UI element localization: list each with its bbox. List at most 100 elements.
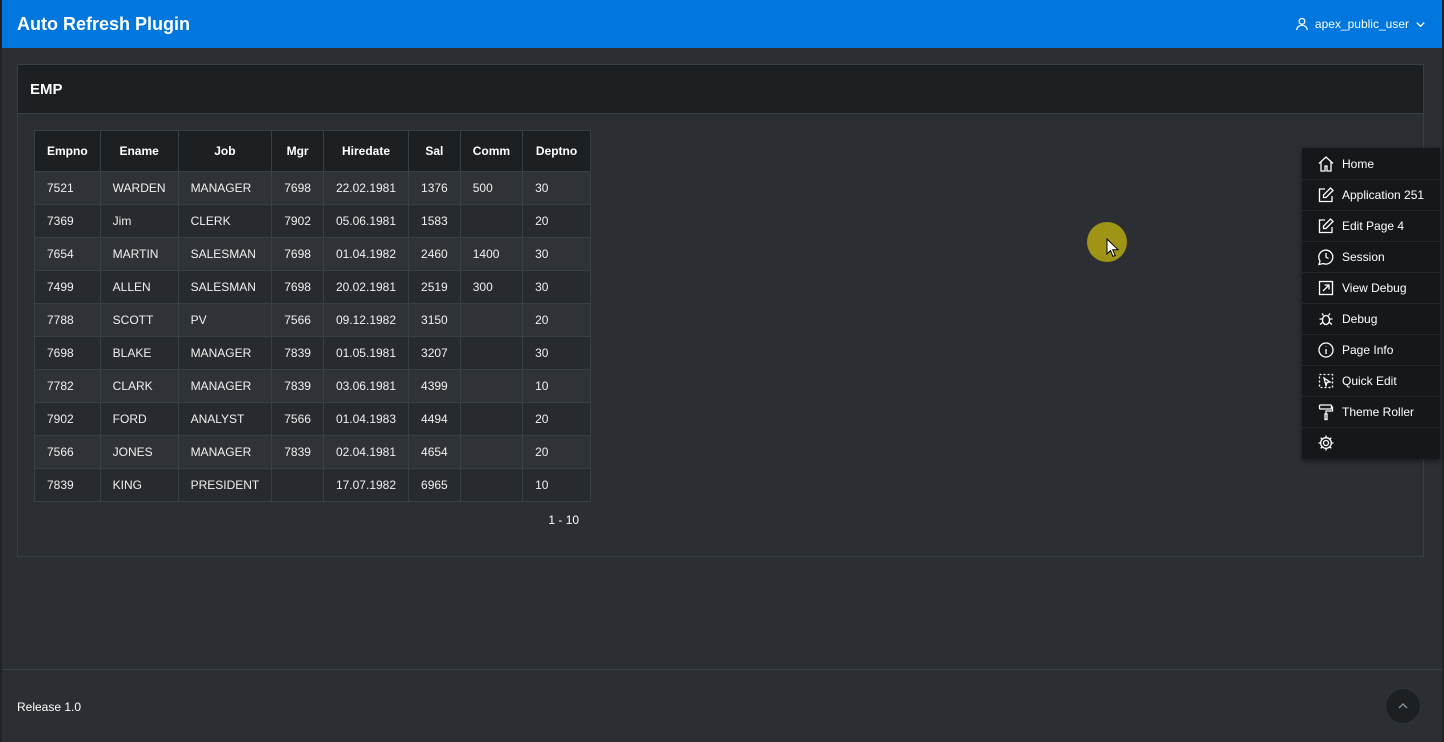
- devbar-item-label: Theme Roller: [1342, 405, 1415, 419]
- cell-hiredate: 20.02.1981: [322, 270, 410, 304]
- cell-ename: KING: [99, 468, 179, 502]
- bug-icon: [1319, 313, 1333, 326]
- cell-mgr: 7902: [271, 204, 324, 238]
- home-icon: [1318, 156, 1334, 172]
- devbar-item-label: Edit Page 4: [1342, 219, 1405, 233]
- cell-comm: 300: [459, 270, 524, 304]
- app-header: Auto Refresh Plugin apex_public_user: [2, 0, 1442, 48]
- user-name: apex_public_user: [1314, 17, 1409, 31]
- column-header-hiredate[interactable]: Hiredate: [322, 130, 410, 172]
- cell-empno: 7499: [34, 270, 101, 304]
- column-header-job[interactable]: Job: [177, 130, 273, 172]
- cell-job: MANAGER: [177, 369, 273, 403]
- devbar-item-home[interactable]: Home: [1302, 149, 1440, 180]
- cell-comm: [459, 435, 524, 469]
- cell-mgr: 7839: [271, 369, 324, 403]
- cell-job: MANAGER: [177, 336, 273, 370]
- devbar-item-label: Session: [1342, 250, 1385, 264]
- cell-ename: BLAKE: [99, 336, 179, 370]
- mouse-cursor-icon: [1106, 238, 1119, 258]
- cell-hiredate: 03.06.1981: [322, 369, 410, 403]
- emp-region: EMP Empno Ename Job Mgr Hiredate Sal Com…: [17, 64, 1424, 557]
- cell-mgr: [271, 468, 324, 502]
- cell-empno: 7566: [34, 435, 101, 469]
- cell-mgr: 7698: [271, 237, 324, 271]
- back-to-top-button[interactable]: [1385, 688, 1421, 724]
- cell-deptno: 20: [522, 204, 592, 238]
- cell-empno: 7698: [34, 336, 101, 370]
- cell-sal: 1376: [408, 171, 461, 205]
- devbar-item-session[interactable]: Session: [1302, 242, 1440, 273]
- region-title: EMP: [30, 80, 63, 98]
- cell-hiredate: 05.06.1981: [322, 204, 410, 238]
- column-header-sal[interactable]: Sal: [408, 130, 461, 172]
- cell-mgr: 7566: [271, 402, 324, 436]
- cell-job: MANAGER: [177, 171, 273, 205]
- cell-mgr: 7839: [271, 435, 324, 469]
- cell-empno: 7654: [34, 237, 101, 271]
- user-menu[interactable]: apex_public_user: [1295, 17, 1426, 31]
- cell-mgr: 7839: [271, 336, 324, 370]
- cell-deptno: 20: [522, 303, 592, 337]
- devbar-item-settings[interactable]: [1302, 428, 1440, 458]
- cell-hiredate: 01.04.1983: [322, 402, 410, 436]
- devbar-item-label: Debug: [1342, 312, 1378, 326]
- edit-icon: [1318, 187, 1334, 203]
- cell-deptno: 30: [522, 270, 592, 304]
- devbar-item-view-debug[interactable]: View Debug: [1302, 273, 1440, 304]
- column-header-ename[interactable]: Ename: [99, 130, 179, 172]
- cell-job: CLERK: [177, 204, 273, 238]
- cell-ename: Jim: [99, 204, 179, 238]
- gear-icon: [1318, 435, 1334, 451]
- column-header-deptno[interactable]: Deptno: [522, 130, 592, 172]
- devbar-item-page-info[interactable]: Page Info: [1302, 335, 1440, 366]
- chevron-up-icon: [1398, 703, 1408, 709]
- cell-job: ANALYST: [177, 402, 273, 436]
- table-row: 7839 KING PRESIDENT 17.07.1982 6965 10: [34, 468, 592, 502]
- devbar-item-debug[interactable]: Debug: [1302, 304, 1440, 335]
- cell-job: SALESMAN: [177, 270, 273, 304]
- column-header-mgr[interactable]: Mgr: [271, 130, 324, 172]
- cell-sal: 1583: [408, 204, 461, 238]
- table-row: 7698 BLAKE MANAGER 7839 01.05.1981 3207 …: [34, 336, 592, 370]
- cell-sal: 3207: [408, 336, 461, 370]
- release-label: Release 1.0: [17, 700, 82, 714]
- table-row: 7788 SCOTT PV 7566 09.12.1982 3150 20: [34, 303, 592, 337]
- app-title[interactable]: Auto Refresh Plugin: [17, 14, 190, 35]
- column-header-comm[interactable]: Comm: [459, 130, 524, 172]
- session-icon: [1318, 249, 1334, 266]
- cell-empno: 7521: [34, 171, 101, 205]
- developer-toolbar: Home Application 251 Edit Page 4 Session…: [1302, 148, 1440, 459]
- devbar-item-label: Quick Edit: [1342, 374, 1397, 388]
- table-row: 7369 Jim CLERK 7902 05.06.1981 1583 20: [34, 204, 592, 238]
- cell-comm: 1400: [459, 237, 524, 271]
- cell-hiredate: 22.02.1981: [322, 171, 410, 205]
- devbar-item-application[interactable]: Application 251: [1302, 180, 1440, 211]
- cell-ename: MARTIN: [99, 237, 179, 271]
- cell-deptno: 20: [522, 435, 592, 469]
- cell-deptno: 10: [522, 369, 592, 403]
- user-icon: [1295, 17, 1309, 31]
- emp-report-table: Empno Ename Job Mgr Hiredate Sal Comm De…: [34, 130, 592, 502]
- table-row: 7654 MARTIN SALESMAN 7698 01.04.1982 246…: [34, 237, 592, 271]
- devbar-item-quick-edit[interactable]: Quick Edit: [1302, 366, 1440, 397]
- cell-empno: 7839: [34, 468, 101, 502]
- cell-ename: SCOTT: [99, 303, 179, 337]
- cell-ename: ALLEN: [99, 270, 179, 304]
- cell-sal: 4654: [408, 435, 461, 469]
- cell-hiredate: 01.04.1982: [322, 237, 410, 271]
- cell-empno: 7369: [34, 204, 101, 238]
- devbar-item-label: Home: [1342, 157, 1375, 171]
- cell-comm: [459, 204, 524, 238]
- report-container: Empno Ename Job Mgr Hiredate Sal Comm De…: [34, 130, 592, 527]
- devbar-item-edit-page[interactable]: Edit Page 4: [1302, 211, 1440, 242]
- page-footer: Release 1.0: [2, 669, 1442, 742]
- cell-empno: 7902: [34, 402, 101, 436]
- cell-mgr: 7698: [271, 270, 324, 304]
- table-header-row: Empno Ename Job Mgr Hiredate Sal Comm De…: [34, 130, 592, 172]
- cell-mgr: 7698: [271, 171, 324, 205]
- column-header-empno[interactable]: Empno: [34, 130, 101, 172]
- devbar-item-label: Page Info: [1342, 343, 1394, 357]
- devbar-item-label: Application 251: [1342, 188, 1425, 202]
- devbar-item-theme-roller[interactable]: Theme Roller: [1302, 397, 1440, 428]
